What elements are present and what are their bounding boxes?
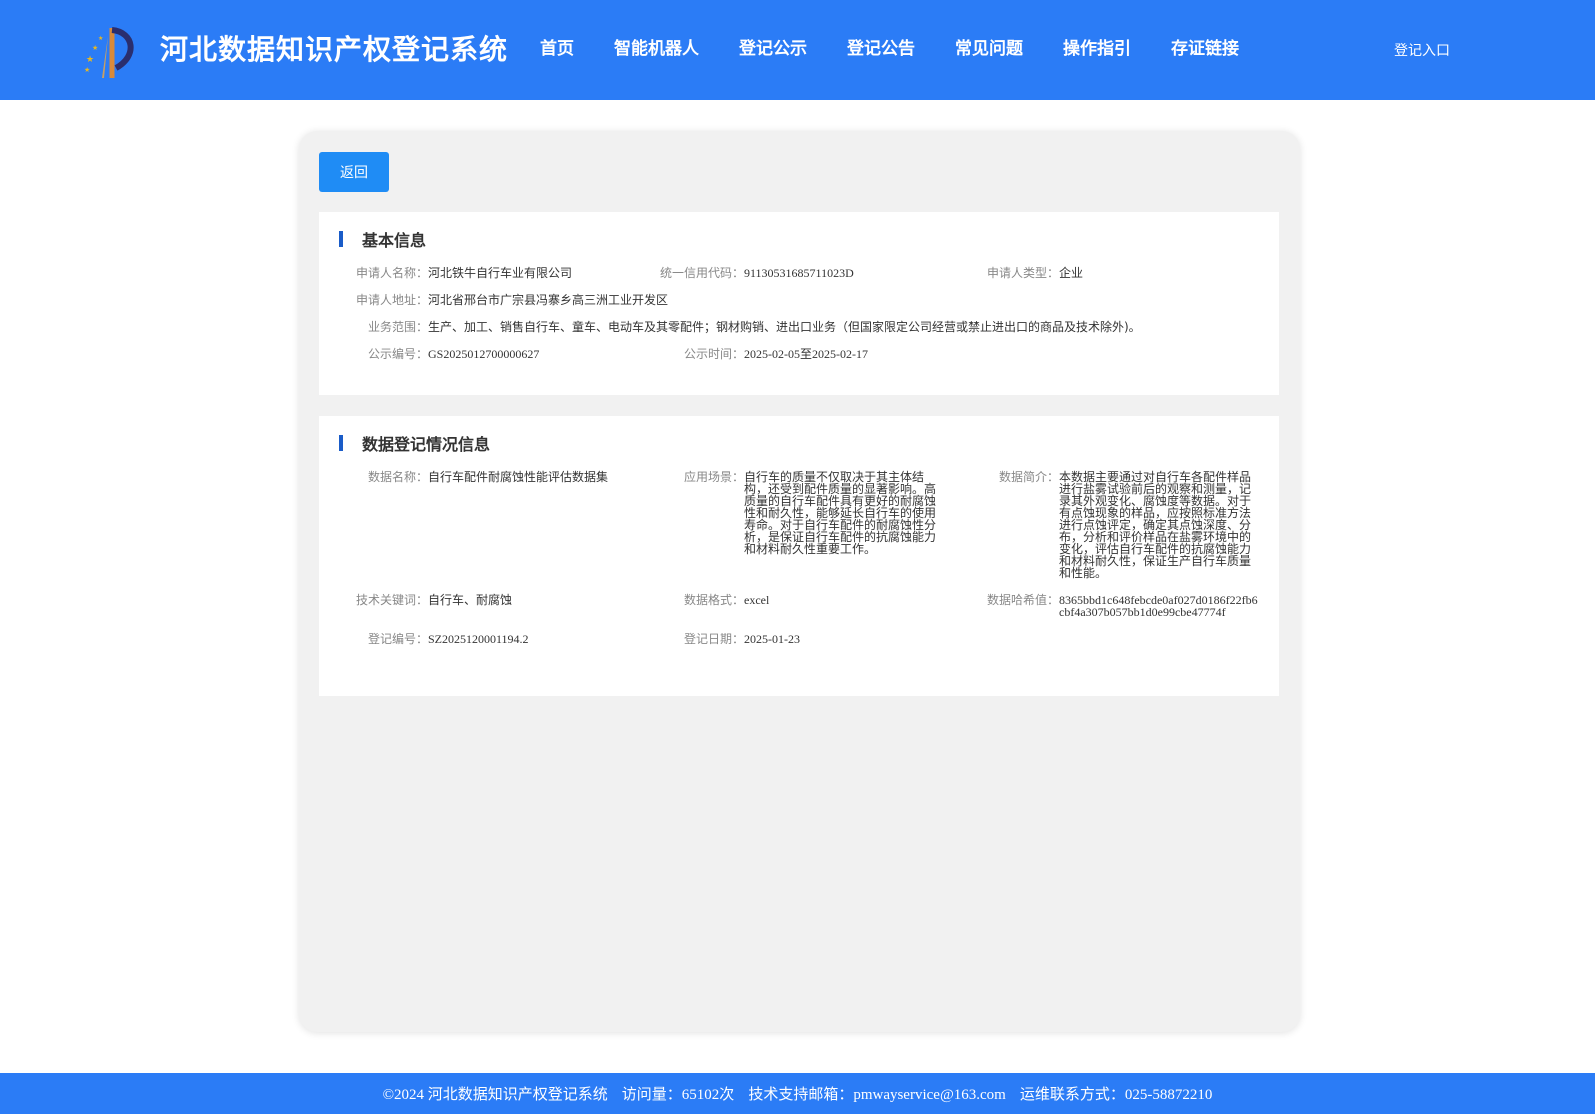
intro-value: 本数据主要通过对自行车各配件样品进行盐雾试验前后的观察和测量，记录其外观变化、腐… <box>1059 470 1252 580</box>
notice-time-value: 2025-02-05至2025-02-17 <box>744 347 868 361</box>
heading-accent-bar <box>339 435 343 451</box>
top-header: ★ ★ ★ ★ 河北数据知识产权登记系统 首页 智能机器人 登记公示 登记公告 … <box>0 0 1595 100</box>
field-notice-no: 公示编号： GS2025012700000627 <box>339 348 539 360</box>
notice-time-label: 公示时间： <box>683 347 744 361</box>
hash-label: 数据哈希值： <box>986 593 1059 607</box>
svg-text:★: ★ <box>84 66 90 74</box>
scope-label: 业务范围： <box>367 320 428 334</box>
back-button[interactable]: 返回 <box>319 152 389 192</box>
site-logo: ★ ★ ★ ★ <box>84 27 134 78</box>
nav-publicity[interactable]: 登记公示 <box>739 34 807 59</box>
address-label: 申请人地址： <box>355 293 428 307</box>
intro-label: 数据简介： <box>998 470 1059 484</box>
credit-code-label: 统一信用代码： <box>659 266 744 280</box>
field-applicant-name: 申请人名称： 河北铁牛自行车业有限公司 <box>339 267 572 279</box>
reg-date-label: 登记日期： <box>683 632 744 646</box>
site-title: 河北数据知识产权登记系统 <box>160 33 509 66</box>
footer-phone: 运维联系方式：025-58872210 <box>1019 1087 1213 1103</box>
scenario-label: 应用场景： <box>683 470 744 484</box>
main-nav: 首页 智能机器人 登记公示 登记公告 常见问题 操作指引 存证链接 <box>540 34 1279 59</box>
data-registration-title: 数据登记情况信息 <box>362 435 491 454</box>
field-hash: 数据哈希值： 8365bbd1c648febcde0af027d0186f22f… <box>939 594 1259 618</box>
format-label: 数据格式： <box>683 593 744 607</box>
keywords-value: 自行车、耐腐蚀 <box>428 593 513 607</box>
field-notice-time: 公示时间： 2025-02-05至2025-02-17 <box>619 348 868 360</box>
nav-faq[interactable]: 常见问题 <box>955 34 1023 59</box>
scenario-value: 自行车的质量不仅取决于其主体结构，还受到配件质量的显著影响。高质量的自行车配件具… <box>744 470 937 556</box>
data-registration-heading: 数据登记情况信息 <box>339 434 491 454</box>
footer-copyright: ©2024 河北数据知识产权登记系统 <box>382 1087 608 1103</box>
svg-text:★: ★ <box>98 35 103 42</box>
field-scenario: 应用场景： 自行车的质量不仅取决于其主体结构，还受到配件质量的显著影响。高质量的… <box>619 471 937 555</box>
hash-value: 8365bbd1c648febcde0af027d0186f22fb6cbf4a… <box>1059 593 1258 619</box>
nav-announcement[interactable]: 登记公告 <box>847 34 915 59</box>
reg-no-value: SZ2025120001194.2 <box>428 632 529 646</box>
address-value: 河北省邢台市广宗县冯寨乡高三洲工业开发区 <box>428 293 669 307</box>
data-name-label: 数据名称： <box>367 470 428 484</box>
svg-text:★: ★ <box>92 44 98 52</box>
field-scope: 业务范围： 生产、加工、销售自行车、童车、电动车及其零配件；钢材购销、进出口业务… <box>339 321 1141 333</box>
applicant-type-label: 申请人类型： <box>986 266 1059 280</box>
field-keywords: 技术关键词： 自行车、耐腐蚀 <box>339 594 512 606</box>
site-footer: ©2024 河北数据知识产权登记系统 访问量：65102次 技术支持邮箱：pmw… <box>0 1073 1595 1114</box>
applicant-name-value: 河北铁牛自行车业有限公司 <box>428 266 573 280</box>
detail-card: 返回 基本信息 申请人名称： 河北铁牛自行车业有限公司 统一信用代码： 9113… <box>299 131 1300 1032</box>
nav-robot[interactable]: 智能机器人 <box>614 34 699 59</box>
field-credit-code: 统一信用代码： 91130531685711023D <box>619 267 854 279</box>
field-intro: 数据简介： 本数据主要通过对自行车各配件样品进行盐雾试验前后的观察和测量，记录其… <box>939 471 1252 579</box>
field-data-name: 数据名称： 自行车配件耐腐蚀性能评估数据集 <box>339 471 608 483</box>
data-name-value: 自行车配件耐腐蚀性能评估数据集 <box>428 470 609 484</box>
nav-evidence-link[interactable]: 存证链接 <box>1171 34 1239 59</box>
scope-value: 生产、加工、销售自行车、童车、电动车及其零配件；钢材购销、进出口业务（但国家限定… <box>428 320 1141 334</box>
nav-home[interactable]: 首页 <box>540 34 574 59</box>
applicant-type-value: 企业 <box>1059 266 1084 280</box>
basic-info-panel: 基本信息 申请人名称： 河北铁牛自行车业有限公司 统一信用代码： 9113053… <box>319 212 1279 395</box>
svg-text:★: ★ <box>86 55 94 65</box>
footer-email: 技术支持邮箱：pmwayservice@163.com <box>748 1087 1006 1103</box>
field-reg-date: 登记日期： 2025-01-23 <box>619 633 800 645</box>
heading-accent-bar <box>339 231 343 247</box>
applicant-name-label: 申请人名称： <box>355 266 428 280</box>
notice-no-label: 公示编号： <box>367 347 428 361</box>
reg-no-label: 登记编号： <box>367 632 428 646</box>
login-link[interactable]: 登记入口 <box>1394 40 1450 60</box>
field-address: 申请人地址： 河北省邢台市广宗县冯寨乡高三洲工业开发区 <box>339 294 668 306</box>
nav-guide[interactable]: 操作指引 <box>1063 34 1131 59</box>
credit-code-value: 91130531685711023D <box>744 266 854 280</box>
data-registration-panel: 数据登记情况信息 数据名称： 自行车配件耐腐蚀性能评估数据集 应用场景： 自行车… <box>319 416 1279 696</box>
field-reg-no: 登记编号： SZ2025120001194.2 <box>339 633 529 645</box>
field-format: 数据格式： excel <box>619 594 769 606</box>
basic-info-title: 基本信息 <box>362 231 427 250</box>
footer-visits: 访问量：65102次 <box>621 1087 735 1103</box>
notice-no-value: GS2025012700000627 <box>428 347 540 361</box>
keywords-label: 技术关键词： <box>355 593 428 607</box>
basic-info-heading: 基本信息 <box>339 230 427 250</box>
reg-date-value: 2025-01-23 <box>744 632 800 646</box>
field-applicant-type: 申请人类型： 企业 <box>939 267 1083 279</box>
format-value: excel <box>744 593 770 607</box>
